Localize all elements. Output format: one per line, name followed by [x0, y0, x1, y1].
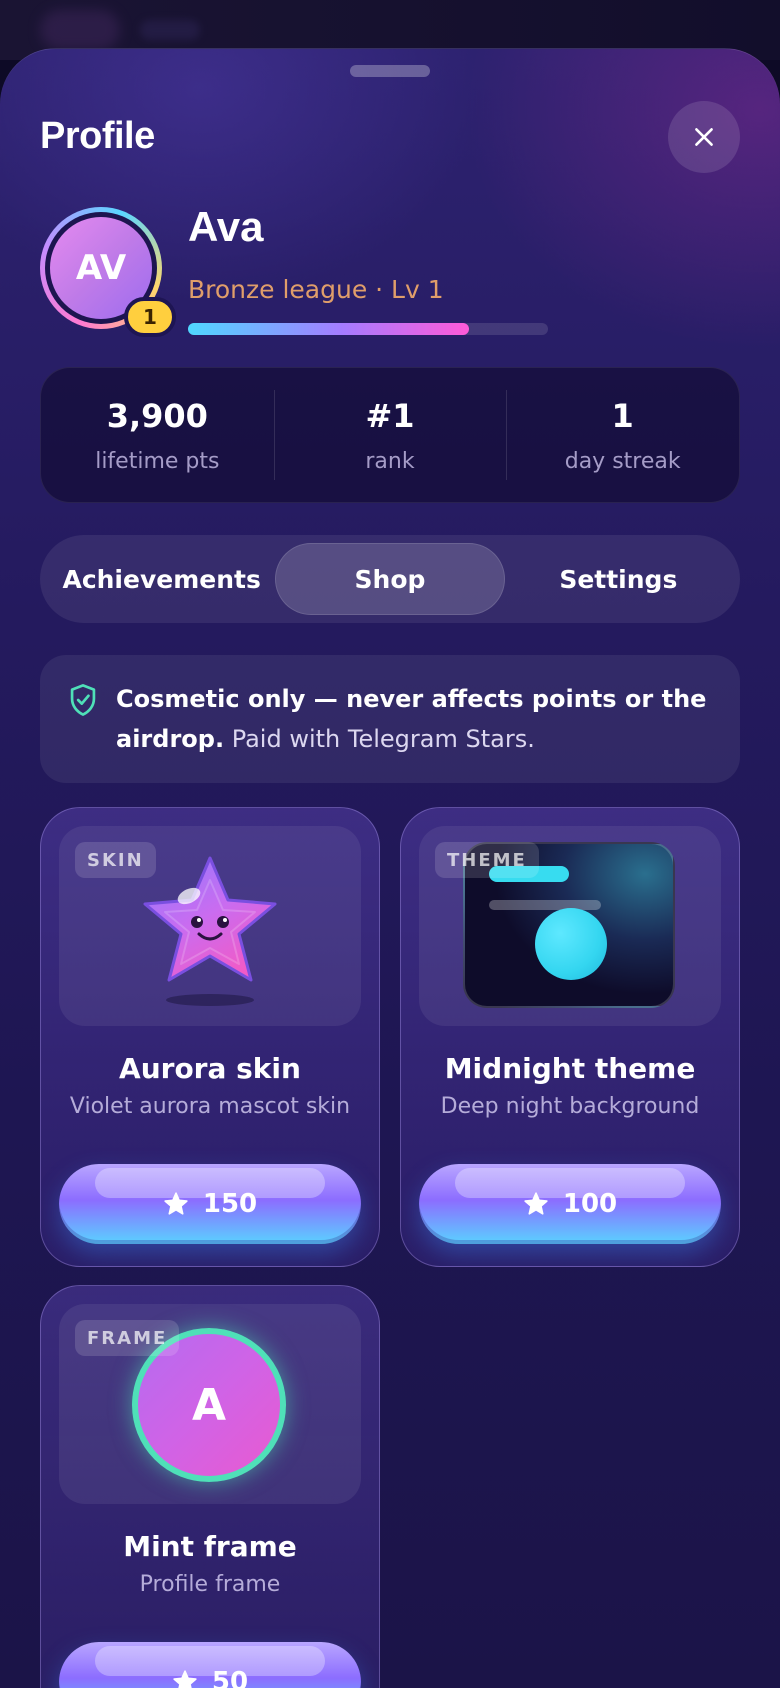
cosmetic-notice: Cosmetic only — never affects points or … [40, 655, 740, 783]
shop-item-mint-frame[interactable]: FRAME A Mint frame Profile frame 50 [40, 1285, 380, 1688]
tab-achievements[interactable]: Achievements [48, 543, 275, 615]
level-progress-bar [188, 323, 548, 335]
item-preview: THEME [419, 826, 721, 1026]
item-subtitle: Profile frame [139, 1572, 281, 1597]
level-progress-fill [188, 323, 469, 335]
user-name: Ava [188, 203, 264, 250]
shield-check-icon [70, 684, 96, 716]
stats-panel: 3,900 lifetime pts #1 rank 1 day streak [40, 367, 740, 503]
page-title: Profile [40, 115, 155, 157]
level-badge: 1 [124, 297, 176, 337]
shop-item-midnight-theme[interactable]: THEME Midnight theme Deep night backgrou… [400, 807, 740, 1267]
buy-button[interactable]: 150 [59, 1164, 361, 1244]
notice-rest: Paid with Telegram Stars. [224, 725, 535, 753]
tab-settings[interactable]: Settings [505, 543, 732, 615]
stat-label: day streak [564, 448, 681, 474]
star-icon [164, 1192, 188, 1215]
star-icon [173, 1670, 197, 1688]
tab-shop[interactable]: Shop [275, 543, 505, 615]
shop-item-aurora-skin[interactable]: SKIN Aurora skin Violet aurora mascot sk… [40, 807, 380, 1267]
buy-button[interactable]: 50 [59, 1642, 361, 1688]
item-tag: FRAME [75, 1320, 180, 1356]
profile-tabs: Achievements Shop Settings [40, 535, 740, 623]
stat-label: rank [365, 448, 415, 474]
price-label: 100 [562, 1189, 618, 1219]
buy-button[interactable]: 100 [419, 1164, 721, 1244]
league-label: Bronze league · Lv 1 [188, 275, 444, 304]
star-mascot-icon [143, 856, 277, 1006]
profile-sheet: Profile AV 1 Ava Bronze league · Lv 1 3,… [0, 48, 780, 1688]
stat-label: lifetime pts [95, 448, 220, 474]
item-subtitle: Deep night background [440, 1094, 700, 1119]
stat-value: #1 [365, 396, 415, 435]
item-preview: FRAME A [59, 1304, 361, 1504]
sheet-grabber[interactable] [350, 65, 430, 77]
notice-text: Cosmetic only — never affects points or … [116, 679, 710, 759]
item-subtitle: Violet aurora mascot skin [69, 1094, 351, 1119]
close-button[interactable] [668, 101, 740, 173]
item-tag: SKIN [75, 842, 156, 878]
stat-day-streak: 1 day streak [506, 368, 739, 502]
item-tag: THEME [435, 842, 539, 878]
price-label: 150 [202, 1189, 258, 1219]
stat-lifetime-pts: 3,900 lifetime pts [41, 368, 274, 502]
item-preview: SKIN [59, 826, 361, 1026]
price-label: 50 [211, 1667, 249, 1688]
stat-rank: #1 rank [273, 368, 507, 502]
stat-value: 3,900 [106, 396, 208, 435]
star-icon [524, 1192, 548, 1215]
item-title: Midnight theme [444, 1052, 696, 1085]
item-title: Mint frame [123, 1530, 297, 1563]
stat-value: 1 [611, 396, 634, 435]
item-title: Aurora skin [119, 1052, 301, 1085]
close-icon [695, 128, 713, 146]
